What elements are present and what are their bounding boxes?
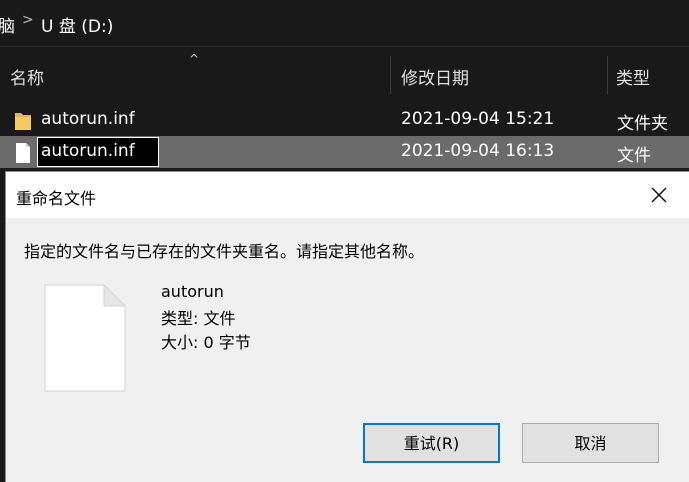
sort-ascending-icon: ^	[189, 52, 200, 66]
cancel-button[interactable]: 取消	[522, 423, 659, 463]
rename-file-dialog: 重命名文件 指定的文件名与已存在的文件夹重名。请指定其他名称。 autorun …	[6, 172, 689, 482]
column-header-bar: ^ 名称 修改日期 类型	[0, 52, 689, 98]
document-icon	[44, 284, 126, 392]
file-list-row[interactable]: autorun.inf 2021-09-04 15:21 文件夹	[0, 104, 689, 136]
file-info-size: 大小: 0 字节	[161, 333, 251, 352]
column-divider[interactable]	[607, 56, 608, 94]
file-info-type: 类型: 文件	[161, 309, 236, 328]
column-divider[interactable]	[390, 56, 391, 94]
close-icon[interactable]	[642, 178, 676, 212]
dialog-title-bar[interactable]: 重命名文件	[6, 172, 689, 218]
breadcrumb-chevron-icon[interactable]: >	[22, 12, 34, 28]
dialog-message: 指定的文件名与已存在的文件夹重名。请指定其他名称。	[24, 242, 425, 261]
address-bar[interactable]: 脑 > U 盘 (D:)	[0, 0, 689, 47]
retry-button[interactable]: 重试(R)	[363, 423, 500, 463]
file-date: 2021-09-04 16:13	[401, 141, 555, 161]
file-name: autorun.inf	[41, 109, 135, 129]
file-info-name: autorun	[161, 282, 224, 301]
file-list-row-selected[interactable]: autorun.inf 2021-09-04 16:13 文件	[0, 136, 689, 168]
file-type: 文件夹	[617, 114, 668, 134]
file-date: 2021-09-04 15:21	[401, 109, 555, 129]
file-type: 文件	[617, 146, 651, 166]
breadcrumb-previous[interactable]: 脑	[0, 12, 15, 37]
folder-icon	[15, 113, 31, 130]
breadcrumb-current[interactable]: U 盘 (D:)	[41, 12, 113, 37]
column-header-name[interactable]: 名称	[10, 64, 44, 89]
file-icon	[16, 143, 30, 163]
dialog-title: 重命名文件	[16, 189, 97, 208]
rename-input[interactable]: autorun.inf	[37, 137, 159, 167]
column-header-date[interactable]: 修改日期	[401, 64, 469, 89]
column-header-type[interactable]: 类型	[616, 64, 650, 89]
rename-input-text: autorun.inf	[41, 141, 135, 161]
